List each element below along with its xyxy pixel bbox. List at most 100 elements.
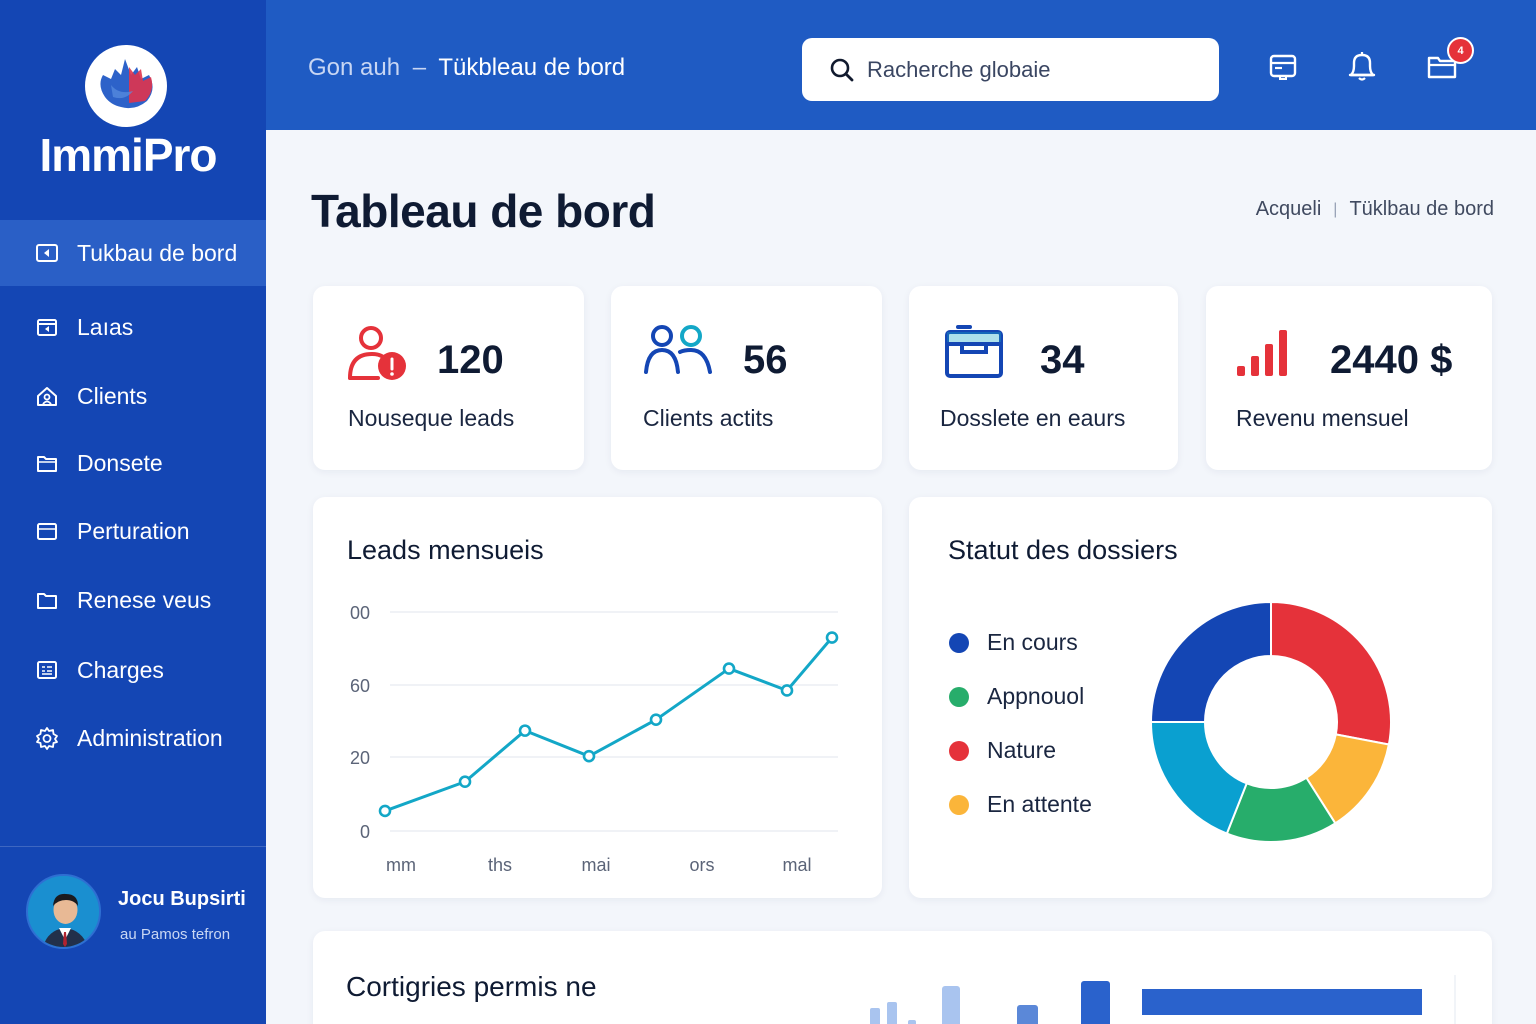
top-header: Gon auh – Tükbleau de bord 4: [266, 0, 1536, 130]
notification-badge: 4: [1447, 37, 1474, 64]
search-input[interactable]: [867, 56, 1187, 83]
sidebar-item-label: Administration: [77, 724, 223, 751]
global-search[interactable]: [802, 38, 1219, 101]
sidebar-item-charges[interactable]: Charges: [0, 637, 266, 703]
folder-icon: [35, 451, 59, 475]
logo: ImmiPro: [0, 0, 266, 220]
chart-bar: [908, 1020, 916, 1024]
sidebar-item-renese-veus[interactable]: Renese veus: [0, 567, 266, 633]
stat-label: Clients actits: [643, 405, 774, 431]
data-point: [649, 713, 663, 726]
stat-value: 2440 $: [1330, 338, 1453, 382]
pie-slice: [1149, 721, 1249, 835]
chart-bar: [1142, 989, 1422, 1015]
sidebar-item-leads[interactable]: Laıas: [0, 294, 266, 360]
stat-card-active-clients[interactable]: 56 Clients actits: [611, 286, 882, 470]
sidebar-item-label: Perturation: [77, 517, 190, 544]
sidebar-item-administration[interactable]: Administration: [0, 705, 266, 771]
sidebar-divider: [0, 846, 266, 847]
profile-name: Jocu Bupsirti: [118, 888, 246, 910]
legend-item: En attente: [949, 791, 1092, 818]
breadcrumb: Acqueli | Tüklbau de bord: [1256, 198, 1494, 221]
stat-label: Nouseque leads: [348, 405, 515, 431]
stat-card-open-files[interactable]: 34 Dosslete en eaurs: [909, 286, 1178, 470]
users-icon: [644, 324, 712, 382]
sidebar-item-perturation[interactable]: Perturation: [0, 498, 266, 564]
sidebar-item-label: Laıas: [77, 313, 134, 340]
folder-open-icon: [944, 324, 1010, 382]
data-point: [722, 662, 736, 675]
clients-icon: [35, 384, 59, 408]
new-lead-icon: [346, 324, 412, 382]
user-profile[interactable]: Jocu Bupsirti au Pamos tefron: [0, 848, 266, 1024]
avatar: [26, 874, 101, 949]
inbox-button[interactable]: [1265, 48, 1301, 84]
page-title: Tableau de bord: [311, 185, 656, 237]
chart-bar: [870, 1008, 880, 1024]
header-crumb-parent[interactable]: Gon auh: [308, 54, 400, 81]
breadcrumb-separator: |: [1333, 200, 1338, 218]
folder-icon: [35, 519, 59, 543]
sidebar-item-label: Tukbau de bord: [77, 239, 238, 266]
sidebar-item-donsete[interactable]: Donsete: [0, 430, 266, 496]
inbox-icon: [1269, 54, 1297, 80]
bar-chart-icon: [1236, 324, 1302, 382]
data-point: [780, 684, 794, 697]
stat-value: 34: [1040, 338, 1085, 382]
maple-leaf-logo-icon: [85, 45, 167, 127]
stat-card-new-leads[interactable]: 120 Nouseque leads: [313, 286, 584, 470]
charges-icon: [35, 658, 59, 682]
legend-label: Appnouol: [987, 683, 1085, 709]
legend-label: En cours: [987, 629, 1078, 655]
legend-dot: [949, 632, 969, 653]
legend-item: Nature: [949, 737, 1056, 764]
leads-icon: [35, 315, 59, 339]
y-tick-label: 20: [350, 748, 370, 768]
stat-label: Dosslete en eaurs: [940, 405, 1126, 431]
stat-value: 120: [437, 338, 504, 382]
data-point: [825, 631, 839, 644]
y-tick-label: 60: [350, 676, 370, 696]
header-crumb-current: Tükbleau de bord: [438, 54, 626, 81]
notifications-button[interactable]: [1344, 48, 1380, 84]
pie-slice: [1270, 600, 1392, 746]
legend-dot: [949, 794, 969, 815]
chart-bar: [887, 1002, 897, 1024]
stat-label: Revenu mensuel: [1236, 405, 1409, 431]
sidebar-item-clients[interactable]: Clients: [0, 363, 266, 429]
legend-item: En cours: [949, 629, 1078, 656]
pie-slice: [1149, 600, 1272, 723]
series-line: [384, 636, 834, 813]
search-icon: [829, 57, 855, 83]
x-tick-label: mai: [581, 855, 610, 875]
chart-bar: [1081, 981, 1110, 1024]
status-chart-card: Statut des dossiers En cours Appnouol Na…: [909, 497, 1492, 898]
permits-bar-chart: [870, 975, 1456, 1024]
data-point: [582, 749, 596, 763]
sidebar-item-label: Charges: [77, 656, 164, 683]
status-donut-chart: [1149, 600, 1392, 843]
sidebar-item-dashboard[interactable]: Tukbau de bord: [0, 220, 266, 286]
chart-bar: [942, 986, 960, 1024]
leads-chart-card: Leads mensueis 0 20 60 00 mm ths mai ors mal: [313, 497, 882, 898]
breadcrumb-home-link[interactable]: Acqueli: [1256, 198, 1322, 221]
y-tick-label: 0: [360, 822, 370, 842]
sidebar-item-label: Clients: [77, 382, 148, 409]
x-tick-label: mal: [782, 855, 811, 875]
legend-dot: [949, 686, 969, 707]
x-tick-label: ors: [689, 855, 714, 875]
stat-card-monthly-revenue[interactable]: 2440 $ Revenu mensuel: [1206, 286, 1492, 470]
leads-line-chart: 0 20 60 00 mm ths mai ors mal: [350, 603, 839, 875]
profile-subtitle: au Pamos tefron: [120, 926, 231, 943]
sidebar-item-label: Renese veus: [77, 586, 212, 613]
legend-item: Appnouol: [949, 683, 1084, 710]
gear-icon: [35, 726, 59, 750]
chart-bar: [1017, 1005, 1038, 1024]
legend-dot: [949, 740, 969, 761]
permits-card: Cortigries permis ne: [313, 931, 1492, 1024]
bell-icon: [1348, 52, 1376, 81]
x-tick-label: mm: [386, 855, 416, 875]
app-name: ImmiPro: [39, 129, 217, 181]
sidebar: ImmiPro Tukbau de bord Laıas Clients Don…: [0, 0, 266, 1024]
x-tick-label: ths: [488, 855, 512, 875]
